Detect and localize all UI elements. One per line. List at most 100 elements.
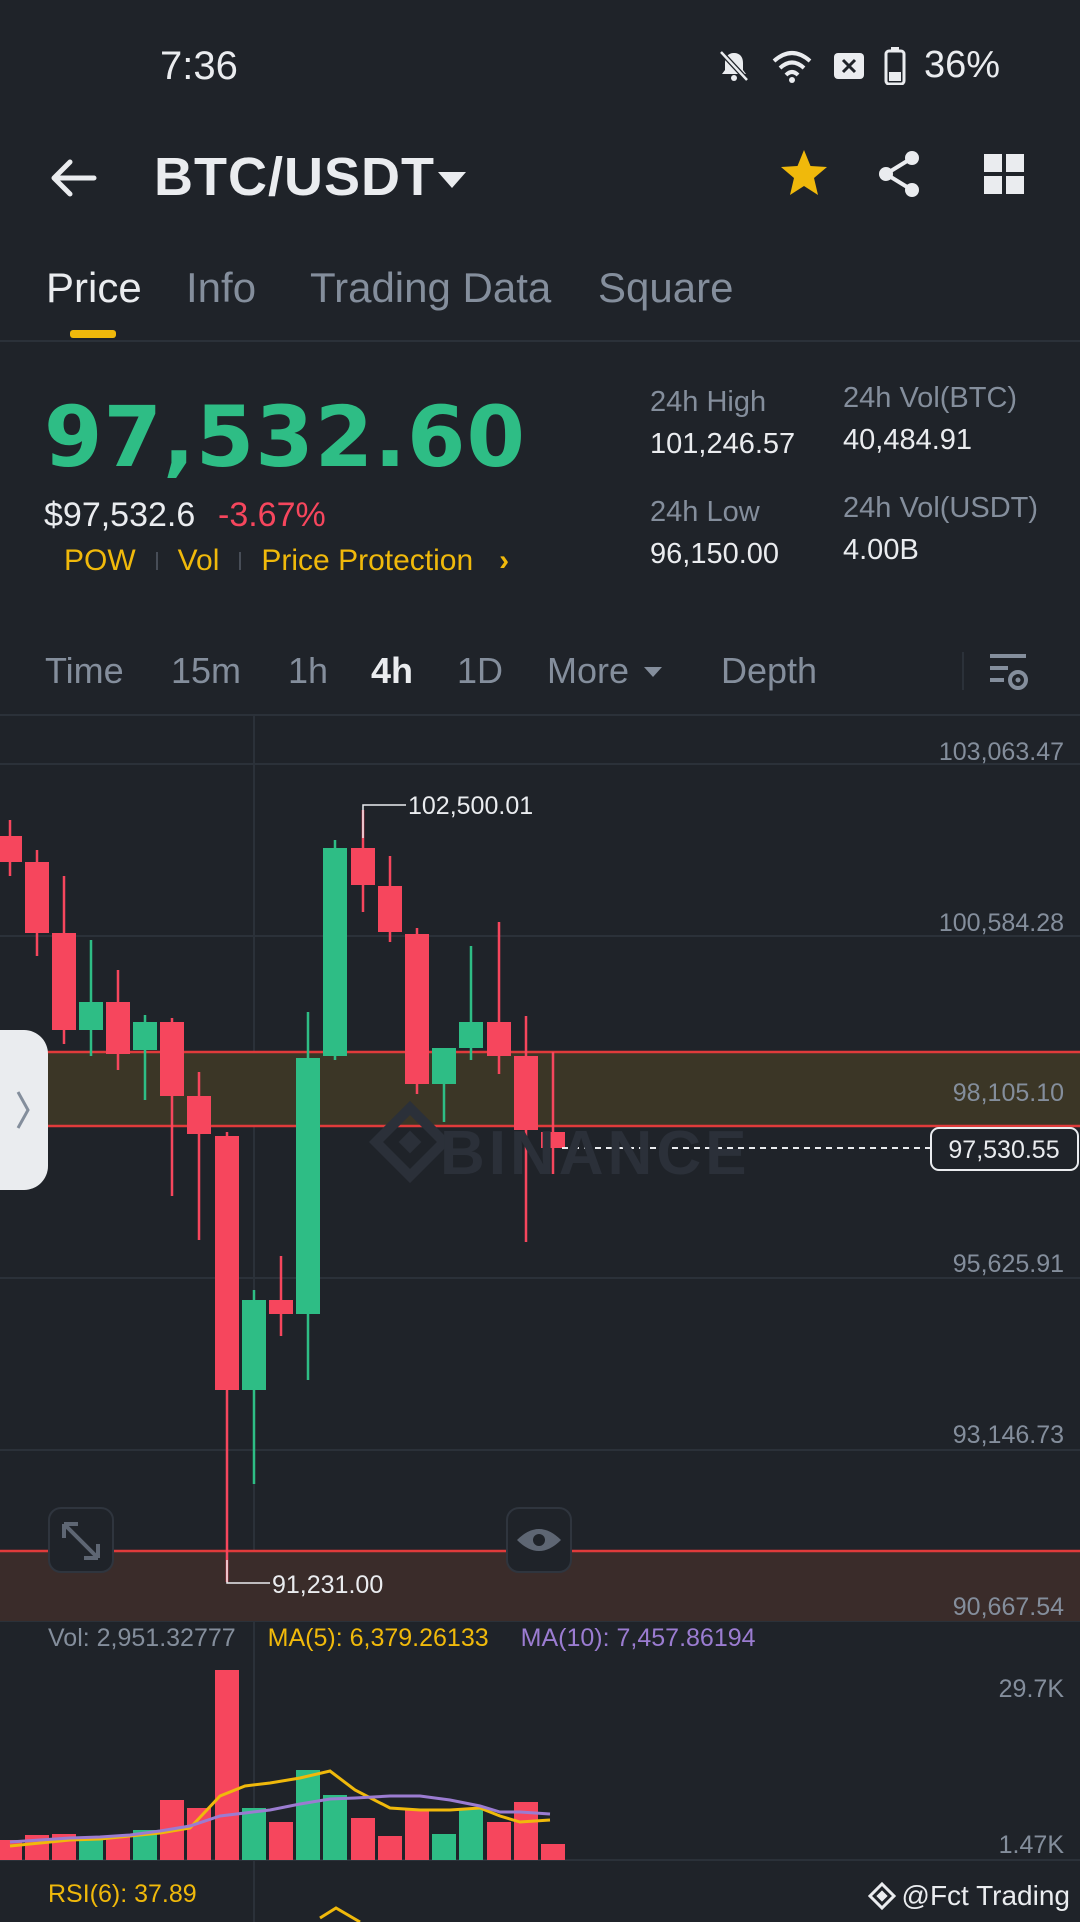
back-button[interactable]	[44, 148, 104, 208]
status-time: 7:36	[160, 44, 238, 88]
vol-usdt-value: 4.00B	[843, 534, 919, 566]
brand-tag: @Fct Trading	[867, 1880, 1070, 1912]
tag-pow[interactable]: POW	[44, 544, 156, 578]
pair-header: BTC/USDT	[0, 130, 1080, 240]
volume-bar	[79, 1840, 103, 1860]
battery-icon	[884, 46, 906, 85]
interval-bar: Time 15m 1h 4h 1D More Depth	[0, 640, 1080, 716]
volume-bar	[487, 1822, 511, 1860]
tag-vol[interactable]: Vol	[158, 544, 240, 578]
volume-bar	[215, 1670, 239, 1860]
chevron-right-icon	[16, 1091, 30, 1129]
volume-bars-group	[0, 1670, 565, 1860]
interval-time[interactable]: Time	[45, 650, 124, 692]
brand-label: @Fct Trading	[901, 1880, 1070, 1911]
volume-bar	[269, 1822, 293, 1860]
rsi-line	[319, 1906, 361, 1922]
pair-selector[interactable]: BTC/USDT	[154, 146, 435, 208]
candle-body	[432, 1048, 456, 1084]
high-label: 24h High	[650, 386, 767, 418]
volume-bar	[296, 1770, 320, 1860]
caret-down-icon[interactable]	[643, 662, 663, 687]
bell-muted-icon	[716, 48, 752, 84]
tab-price[interactable]: Price	[46, 264, 142, 312]
chevron-right-icon[interactable]: ›	[499, 544, 509, 578]
arrow-left-icon	[51, 159, 97, 197]
side-drawer-handle[interactable]	[0, 1030, 48, 1190]
candle-body	[215, 1136, 239, 1390]
candles-group	[0, 810, 565, 1582]
candle-body	[351, 848, 375, 885]
candle-body	[187, 1096, 211, 1134]
candle-body	[79, 1002, 103, 1030]
last-price: 97,532.60	[44, 388, 526, 486]
status-bar: 7:36 36%	[0, 0, 1080, 140]
page-tabs: Price Info Trading Data Square	[0, 250, 1080, 342]
tag-price-protection[interactable]: Price Protection	[241, 544, 493, 578]
active-tab-indicator	[70, 330, 116, 338]
interval-depth[interactable]: Depth	[721, 650, 817, 692]
volume-bar	[351, 1818, 375, 1860]
vol-btc-value: 40,484.91	[843, 424, 973, 456]
volume-bar	[459, 1808, 483, 1860]
interval-1h[interactable]: 1h	[288, 650, 328, 692]
volume-tick: 1.47K	[999, 1831, 1065, 1859]
volume-bar	[405, 1810, 429, 1860]
price-tick: 103,063.47	[939, 738, 1064, 766]
interval-15m[interactable]: 15m	[171, 650, 241, 692]
candle-body	[133, 1022, 157, 1050]
favorite-star-icon[interactable]	[776, 146, 832, 202]
price-tick: 95,625.91	[953, 1250, 1064, 1278]
candle-body	[25, 862, 49, 933]
volume-value: Vol: 2,951.32777	[48, 1624, 236, 1652]
tab-info[interactable]: Info	[186, 264, 256, 312]
high-value: 101,246.57	[650, 428, 796, 460]
interval-more[interactable]: More	[547, 650, 629, 692]
high-marker-label: 102,500.01	[408, 792, 533, 820]
price-tick: 93,146.73	[953, 1421, 1064, 1449]
volume-legend: Vol: 2,951.32777 MA(5): 6,379.26133 MA(1…	[48, 1624, 756, 1653]
low-value: 96,150.00	[650, 538, 780, 570]
price-tick: 90,667.54	[953, 1593, 1064, 1621]
tag-row: POW Vol Price Protection ›	[44, 544, 509, 578]
candle-body	[242, 1300, 266, 1390]
volume-bar	[187, 1808, 211, 1860]
caret-down-icon[interactable]	[436, 164, 468, 196]
volume-bar	[432, 1834, 456, 1860]
tab-square[interactable]: Square	[598, 264, 733, 312]
tab-trading-data[interactable]: Trading Data	[310, 264, 551, 312]
candle-body	[459, 1022, 483, 1048]
candle-body	[405, 934, 429, 1084]
visibility-toggle-button[interactable]	[506, 1507, 572, 1573]
grid-menu-icon[interactable]	[976, 146, 1032, 202]
candle-body	[52, 933, 76, 1030]
kline-chart[interactable]: 97,530.55 103,063.47 100,584.28 98,105.1…	[0, 716, 1080, 1922]
candle-body	[269, 1300, 293, 1314]
interval-4h[interactable]: 4h	[371, 650, 413, 692]
usd-price: $97,532.6	[44, 496, 196, 534]
interval-1d[interactable]: 1D	[457, 650, 503, 692]
interval-divider	[962, 652, 964, 690]
high-marker-line	[362, 804, 406, 838]
volume-bar	[106, 1836, 130, 1860]
watermark-text: BINANCE	[440, 1119, 751, 1188]
wifi-icon	[770, 48, 814, 84]
low-marker-label: 91,231.00	[272, 1571, 383, 1599]
status-icons: 36%	[716, 44, 1000, 87]
kline-chart-area[interactable]: 97,530.55 103,063.47 100,584.28 98,105.1…	[0, 716, 1080, 1922]
rsi-legend: RSI(6): 37.89	[48, 1880, 197, 1908]
ma10-value: MA(10): 7,457.86194	[520, 1624, 756, 1652]
volume-bar	[378, 1836, 402, 1860]
price-tick: 100,584.28	[939, 909, 1064, 937]
candle-body	[378, 886, 402, 932]
low-label: 24h Low	[650, 496, 760, 528]
chart-settings-icon[interactable]	[988, 650, 1028, 699]
candle-body	[160, 1022, 184, 1096]
vol-usdt-label: 24h Vol(USDT)	[843, 492, 1039, 524]
vol-btc-label: 24h Vol(BTC)	[843, 382, 1018, 414]
fullscreen-button[interactable]	[48, 1507, 114, 1573]
current-price-label: 97,530.55	[948, 1136, 1059, 1164]
share-icon[interactable]	[872, 146, 928, 202]
battery-level: 36%	[923, 44, 1000, 86]
sim-icon	[832, 49, 866, 83]
